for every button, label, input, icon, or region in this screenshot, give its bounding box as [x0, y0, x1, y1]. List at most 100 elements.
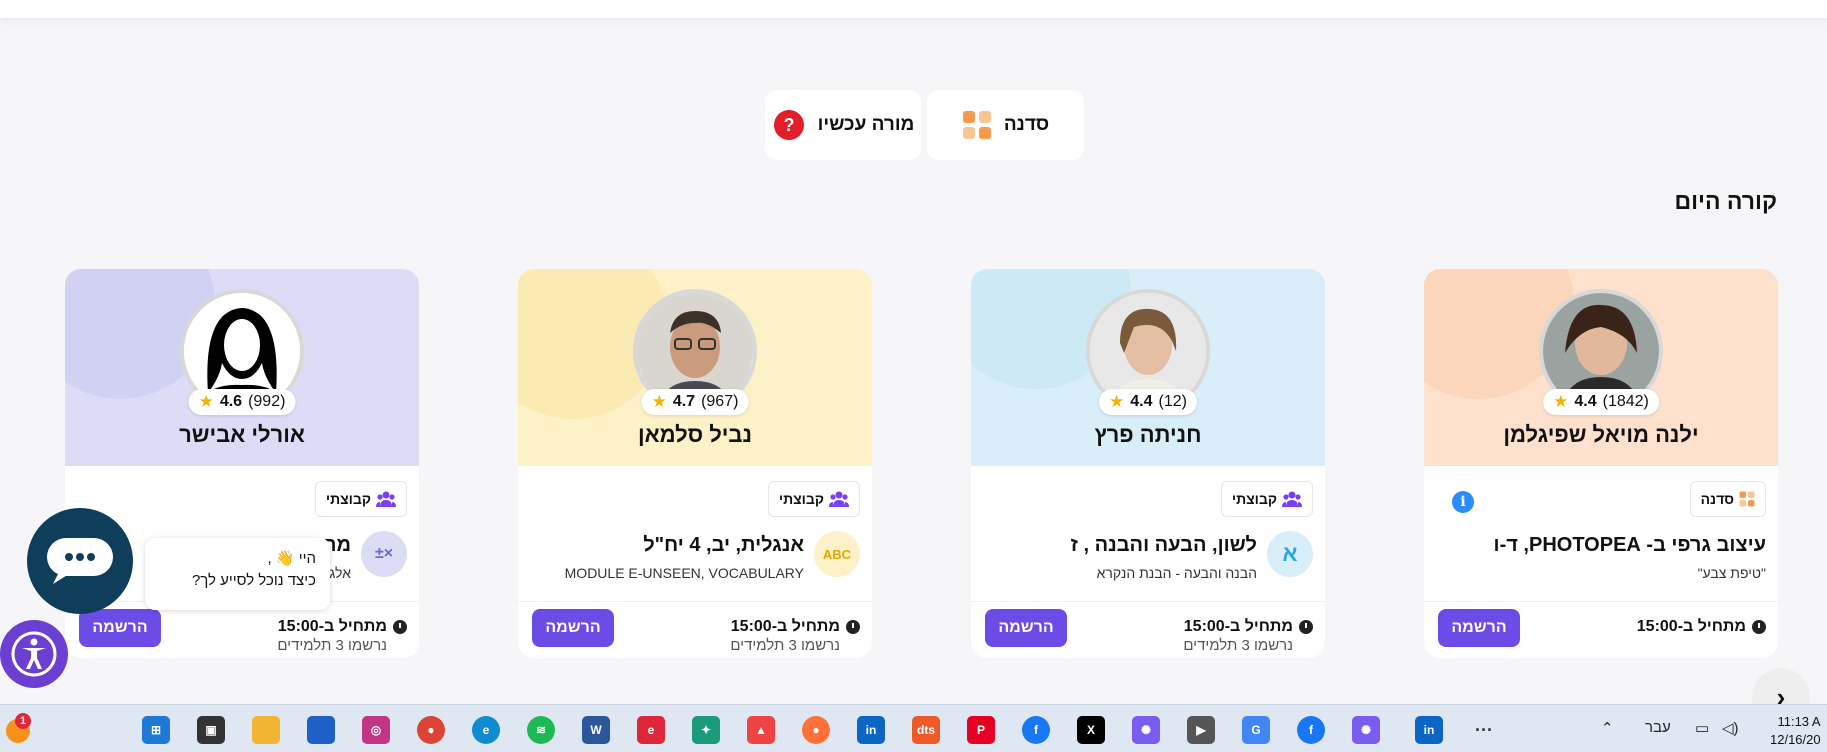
- group-icon: [376, 491, 396, 507]
- start-time: מתחיל ב-15:00: [1183, 618, 1293, 635]
- linkedin-icon[interactable]: in: [857, 716, 885, 744]
- sadna-link[interactable]: סדנה: [927, 90, 1084, 160]
- register-button[interactable]: הרשמה: [532, 609, 614, 647]
- workshop-grid-icon: [1739, 491, 1755, 507]
- chrome-icon[interactable]: ●: [417, 716, 445, 744]
- chat-greeting-bubble[interactable]: היי 👋 , כיצד נוכל לסייע לך?: [145, 538, 330, 610]
- edge-icon[interactable]: e: [472, 716, 500, 744]
- sadna-label: סדנה: [1003, 114, 1050, 135]
- workshop-grid-icon: [962, 111, 991, 139]
- volume-icon[interactable]: ◁): [1722, 719, 1739, 737]
- rating-badge: ★ 4.4 (12): [1099, 389, 1197, 415]
- teacher-name[interactable]: חניתה פרץ: [971, 422, 1325, 448]
- file-explorer-icon[interactable]: [252, 716, 280, 744]
- course-title[interactable]: אנגלית, יב, 4 יח"ל: [643, 534, 804, 557]
- windows-start-icon[interactable]: ⊞: [142, 716, 170, 744]
- register-button[interactable]: הרשמה: [1438, 609, 1520, 647]
- divider: [1424, 601, 1778, 602]
- express-icon[interactable]: e: [637, 716, 665, 744]
- clock-icon: [393, 620, 407, 634]
- spotify-icon[interactable]: ≋: [527, 716, 555, 744]
- copilot-icon[interactable]: ✺: [1132, 716, 1160, 744]
- course-subtitle: הבנה והבעה - הבנת הנקרא: [1096, 565, 1257, 581]
- course-card[interactable]: ★ 4.4 (12) חניתה פרץ קבוצתי א לשון, הבעה ו…: [971, 269, 1325, 658]
- group-icon: [1282, 491, 1302, 507]
- course-subtitle: "טיפת צבע": [1697, 565, 1766, 581]
- start-time: מתחיל ב-15:00: [1636, 618, 1746, 635]
- registered-count: נרשמו 3 תלמידים: [1183, 637, 1293, 654]
- clock-icon: [1752, 620, 1766, 634]
- start-time: מתחיל ב-15:00: [730, 618, 840, 635]
- copilot-icon[interactable]: ✺: [1352, 716, 1380, 744]
- info-icon[interactable]: i: [1452, 491, 1474, 513]
- teacher-now-label: מורה עכשיו: [817, 114, 915, 135]
- network-icon[interactable]: ▭: [1695, 719, 1709, 737]
- rating-badge: ★ 4.7 (967): [641, 389, 749, 415]
- linkedin-icon[interactable]: in: [1415, 716, 1443, 744]
- rating-badge: ★ 4.6 (992): [188, 389, 296, 415]
- star-icon: ★: [198, 392, 214, 411]
- system-clock[interactable]: 11:13 A 12/16/20: [1770, 713, 1821, 749]
- notification-badge: 1: [15, 713, 31, 729]
- word-icon[interactable]: W: [582, 716, 610, 744]
- course-title[interactable]: עיצוב גרפי ב- PHOTOPEA, ד-ו: [1494, 534, 1766, 557]
- facebook-icon[interactable]: f: [1297, 716, 1325, 744]
- register-button[interactable]: הרשמה: [79, 609, 161, 647]
- star-icon: ★: [1553, 392, 1569, 411]
- firefox-icon[interactable]: ●: [802, 716, 830, 744]
- group-icon: [829, 491, 849, 507]
- star-icon: ★: [651, 392, 667, 411]
- rating-badge: ★ 4.4 (1842): [1543, 389, 1659, 415]
- course-subtitle: MODULE E-UNSEEN, VOCABULARY: [564, 565, 804, 581]
- ribbon-icon[interactable]: ▲: [747, 716, 775, 744]
- more-apps-icon[interactable]: ···: [1470, 716, 1498, 744]
- task-view-icon[interactable]: ▣: [197, 716, 225, 744]
- store-icon[interactable]: [307, 716, 335, 744]
- teacher-name[interactable]: אורלי אבישר: [65, 422, 419, 448]
- chat-question: כיצד נוכל לסייע לך?: [191, 572, 316, 589]
- svg-text:?: ?: [783, 115, 794, 135]
- type-tag: קבוצתי: [767, 481, 860, 517]
- chevron-up-icon[interactable]: ⌃: [1601, 719, 1614, 737]
- type-tag: קבוצתי: [1220, 481, 1313, 517]
- type-tag: קבוצתי: [314, 481, 407, 517]
- taskbar: 1 ⊞ ▣ ◎ ● e ≋ W e ✦ ▲ ● in dts P f X ✺ ▶…: [0, 704, 1827, 752]
- clock-time: 11:13 A: [1777, 714, 1821, 729]
- section-title: קורה היום: [1674, 188, 1777, 214]
- facebook-icon[interactable]: f: [1022, 716, 1050, 744]
- dts-icon[interactable]: dts: [912, 716, 940, 744]
- type-tag: סדנה: [1689, 481, 1766, 517]
- course-title[interactable]: לשון, הבעה והבנה , ז: [1071, 534, 1257, 557]
- translate-icon[interactable]: G: [1242, 716, 1270, 744]
- youtube-icon[interactable]: ▶: [1187, 716, 1215, 744]
- accessibility-icon: [11, 631, 57, 677]
- butterfly-icon[interactable]: ✦: [692, 716, 720, 744]
- teacher-now-link[interactable]: מורה עכשיו ?: [765, 90, 921, 160]
- clock-icon: [846, 620, 860, 634]
- top-header-bar: [0, 0, 1827, 18]
- math-icon: ±×: [361, 531, 407, 577]
- pinterest-icon[interactable]: P: [967, 716, 995, 744]
- chat-greeting: היי 👋 ,: [267, 550, 316, 567]
- course-card[interactable]: ★ 4.7 (967) נביל סלמאן קבוצתי ABC אנגלית, …: [518, 269, 872, 658]
- start-time: מתחיל ב-15:00: [277, 618, 387, 635]
- instagram-icon[interactable]: ◎: [362, 716, 390, 744]
- teacher-name[interactable]: נביל סלמאן: [518, 422, 872, 448]
- register-button[interactable]: הרשמה: [985, 609, 1067, 647]
- hebrew-letter-icon: א: [1267, 531, 1313, 577]
- star-icon: ★: [1109, 392, 1125, 411]
- course-card[interactable]: ★ 4.4 (1842) ילנה מויאל שפיגלמן סדנה i עיצ…: [1424, 269, 1778, 658]
- abc-icon: ABC: [814, 531, 860, 577]
- teacher-name[interactable]: ילנה מויאל שפיגלמן: [1424, 422, 1778, 448]
- accessibility-button[interactable]: [0, 620, 68, 688]
- language-indicator[interactable]: עבר: [1645, 719, 1671, 736]
- registered-count: נרשמו 3 תלמידים: [730, 637, 840, 654]
- chat-button[interactable]: [27, 508, 133, 614]
- divider: [518, 601, 872, 602]
- clock-icon: [1299, 620, 1313, 634]
- question-bubble-icon: ?: [773, 110, 804, 140]
- registered-count: נרשמו 3 תלמידים: [277, 637, 387, 654]
- clock-date: 12/16/20: [1770, 732, 1821, 747]
- chat-icon: [47, 538, 113, 584]
- x-icon[interactable]: X: [1077, 716, 1105, 744]
